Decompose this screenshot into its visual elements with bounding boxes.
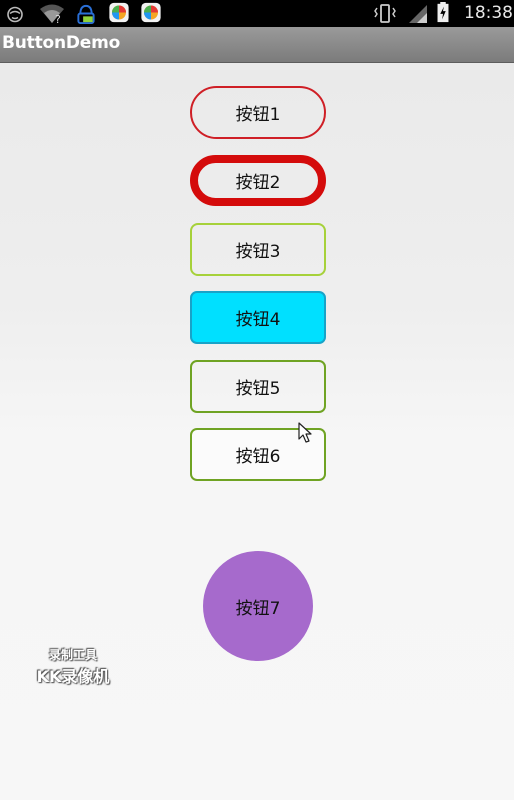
status-bar: ? 18:38: [0, 0, 514, 27]
watermark-line-2: KK录像机: [36, 667, 110, 686]
wifi-icon: ?: [40, 4, 64, 24]
app-icon: [109, 2, 129, 23]
watermark: 录制工具 KK录像机: [33, 646, 113, 687]
vibrate-icon: [374, 4, 396, 23]
face-icon: [7, 6, 23, 23]
app-bar: ButtonDemo: [0, 27, 514, 63]
clock: 18:38: [464, 3, 513, 23]
battery-icon: [437, 2, 449, 23]
watermark-line-1: 录制工具: [48, 648, 97, 662]
signal-icon: [409, 5, 427, 23]
button-2[interactable]: 按钮2: [190, 155, 326, 206]
button-5[interactable]: 按钮5: [190, 360, 326, 413]
button-7[interactable]: 按钮7: [203, 551, 313, 661]
app-icon: [141, 2, 161, 23]
button-3[interactable]: 按钮3: [190, 223, 326, 276]
mouse-cursor-icon: [298, 422, 312, 443]
svg-text:?: ?: [55, 13, 61, 24]
button-1[interactable]: 按钮1: [190, 86, 326, 139]
button-4[interactable]: 按钮4: [190, 291, 326, 344]
app-title: ButtonDemo: [2, 33, 121, 53]
notification-icon: [77, 4, 95, 24]
